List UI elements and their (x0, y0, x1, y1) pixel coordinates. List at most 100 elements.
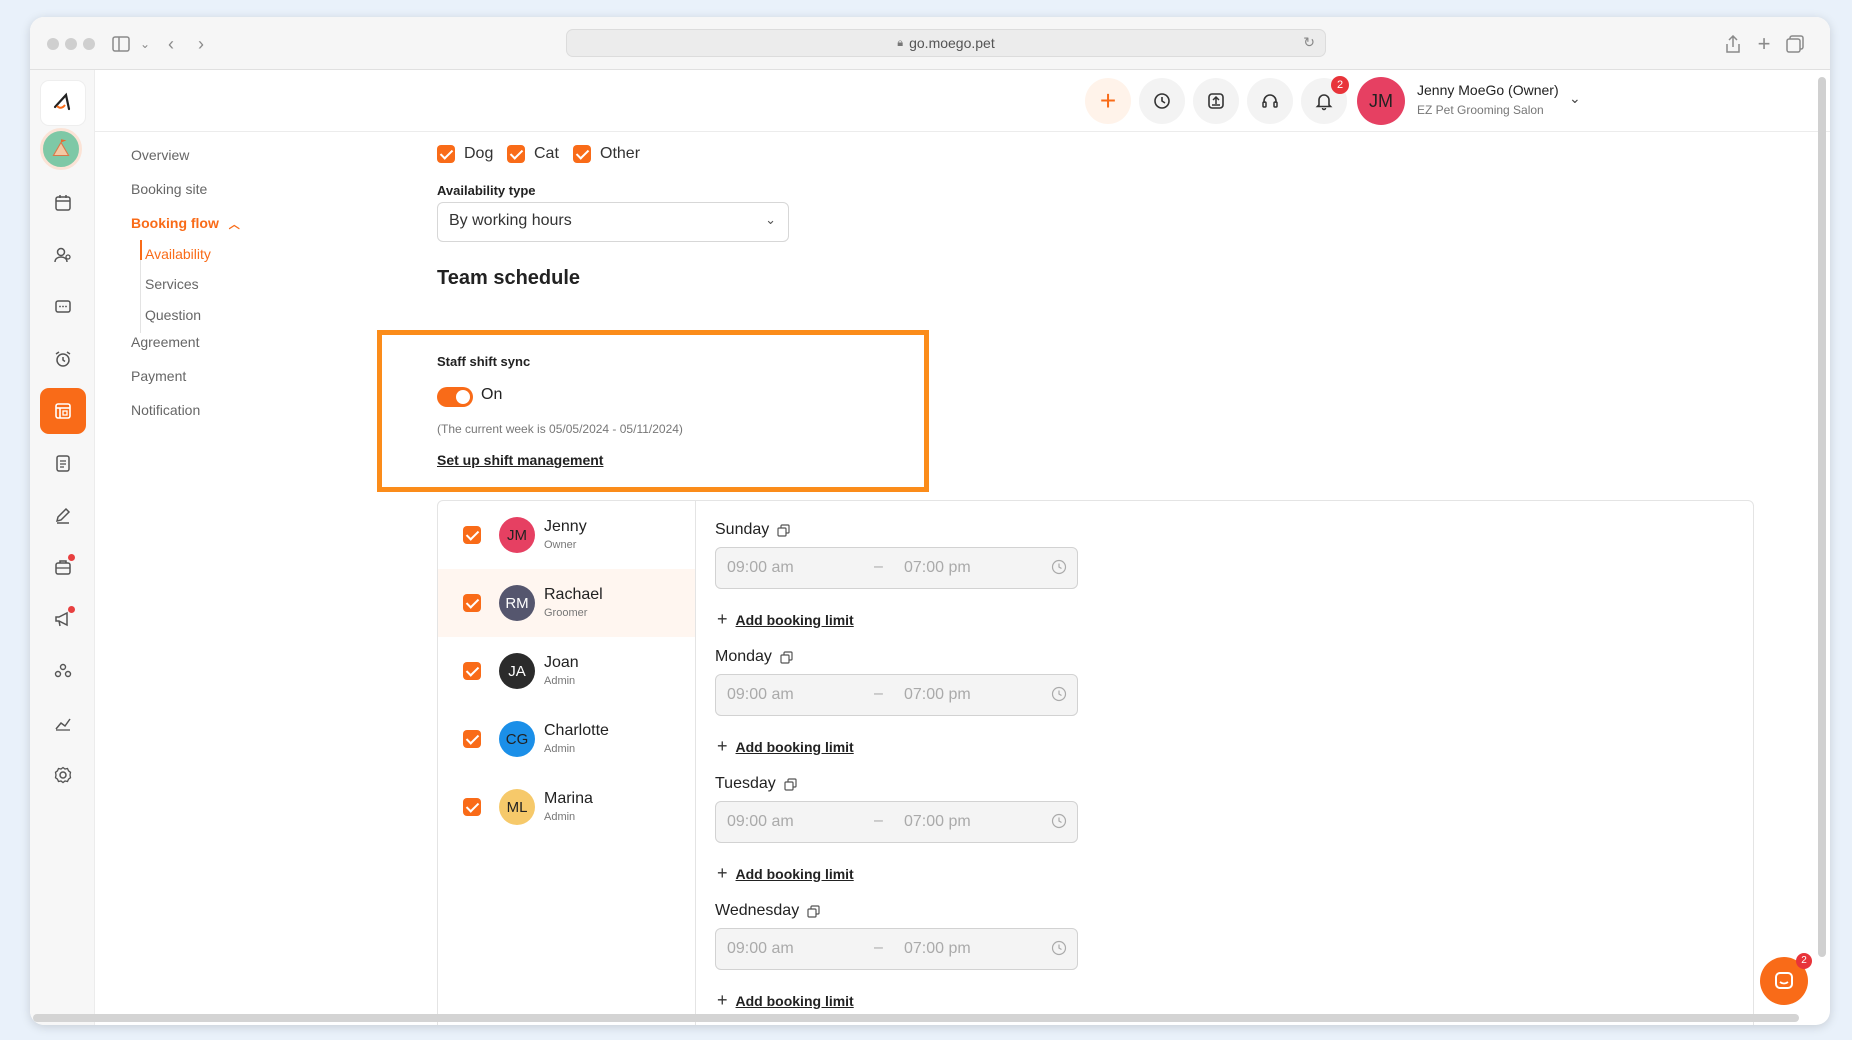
checkbox[interactable] (463, 594, 481, 612)
clients-icon[interactable] (40, 232, 86, 278)
checkbox[interactable] (437, 145, 455, 163)
staff-row[interactable]: CG Charlotte Admin (438, 705, 695, 773)
business-avatar[interactable] (40, 128, 82, 170)
staff-row[interactable]: JM Jenny Owner (438, 501, 695, 569)
copy-icon[interactable] (780, 650, 793, 664)
chat-badge: 2 (1796, 953, 1812, 969)
calendar-icon[interactable] (40, 180, 86, 226)
chevron-down-icon[interactable]: ⌄ (132, 31, 158, 57)
day-name: Wednesday (715, 902, 820, 920)
share-icon[interactable] (1720, 31, 1746, 57)
sidebar-toggle-icon[interactable] (108, 31, 134, 57)
reload-icon[interactable]: ↻ (1303, 34, 1315, 51)
close-window-button[interactable] (47, 38, 59, 50)
pen-icon[interactable] (40, 492, 86, 538)
nav-availability[interactable]: Availability (145, 246, 211, 262)
settings-icon[interactable] (40, 752, 86, 798)
online-booking-icon[interactable] (40, 388, 86, 434)
chat-button[interactable]: 2 (1760, 953, 1812, 1005)
address-bar[interactable]: 🔒︎ go.moego.pet ↻ (566, 29, 1326, 57)
marketing-icon[interactable] (40, 596, 86, 642)
staff-row[interactable]: JA Joan Admin (438, 637, 695, 705)
time-range-field[interactable]: 09:00 am – 07:00 pm (715, 928, 1078, 970)
availability-type-select[interactable]: By working hours ⌄ (437, 202, 789, 242)
forward-icon[interactable]: › (188, 31, 214, 57)
range-dash: – (874, 558, 883, 575)
user-avatar[interactable]: JM (1357, 77, 1405, 125)
quick-add-button[interactable]: + (1085, 78, 1131, 124)
back-icon[interactable]: ‹ (158, 31, 184, 57)
nav-notification[interactable]: Notification (131, 402, 200, 418)
avatar: CG (499, 721, 535, 757)
checkbox[interactable] (463, 730, 481, 748)
vertical-scrollbar[interactable] (1818, 77, 1826, 957)
staff-name: Jenny (544, 518, 587, 535)
pet-type-dog[interactable]: Dog (437, 145, 493, 163)
nav-booking-site[interactable]: Booking site (131, 181, 207, 197)
staff-row[interactable]: ML Marina Admin (438, 773, 695, 841)
tabs-overview-icon[interactable] (1782, 31, 1808, 57)
end-time: 07:00 pm (904, 559, 971, 576)
clock-icon (1051, 813, 1067, 829)
notifications-button[interactable]: 2 (1301, 76, 1349, 124)
reports-icon[interactable] (40, 700, 86, 746)
staff-row[interactable]: RM Rachael Groomer (438, 569, 695, 637)
minimize-window-button[interactable] (65, 38, 77, 50)
pet-type-label: Dog (464, 145, 494, 162)
nav-services[interactable]: Services (145, 276, 199, 292)
staff-shift-sync-toggle[interactable] (437, 387, 473, 407)
nav-agreement[interactable]: Agreement (131, 334, 199, 350)
add-booking-limit-button[interactable]: + Add booking limit (717, 609, 854, 630)
plus-icon: + (717, 736, 728, 756)
new-tab-icon[interactable]: + (1751, 31, 1777, 57)
checkbox[interactable] (507, 145, 525, 163)
checkbox[interactable] (463, 662, 481, 680)
nav-booking-flow[interactable]: Booking flow ︿ (131, 215, 240, 232)
setup-shift-management-link[interactable]: Set up shift management (437, 452, 603, 468)
start-time: 09:00 am (727, 559, 794, 576)
add-booking-limit-label: Add booking limit (735, 865, 854, 882)
copy-icon[interactable] (784, 777, 797, 791)
time-range-field[interactable]: 09:00 am – 07:00 pm (715, 674, 1078, 716)
moego-logo-icon[interactable] (40, 80, 86, 126)
nav-overview[interactable]: Overview (131, 147, 189, 163)
staff-role: Admin (544, 743, 576, 755)
add-booking-limit-button[interactable]: + Add booking limit (717, 990, 854, 1011)
start-time: 09:00 am (727, 813, 794, 830)
horizontal-scrollbar[interactable] (33, 1014, 1799, 1022)
copy-icon[interactable] (777, 523, 790, 537)
chevron-down-icon: ⌄ (765, 212, 776, 227)
add-booking-limit-button[interactable]: + Add booking limit (717, 736, 854, 757)
support-button[interactable] (1247, 78, 1293, 124)
upload-button[interactable] (1193, 78, 1239, 124)
checkbox[interactable] (463, 526, 481, 544)
pet-type-other[interactable]: Other (573, 145, 640, 163)
nav-question[interactable]: Question (145, 307, 201, 323)
alarm-icon[interactable] (40, 336, 86, 382)
start-time: 09:00 am (727, 686, 794, 703)
team-schedule-panel: JM Jenny Owner RM Rachael Groomer JA Joa… (437, 500, 1754, 1025)
user-name[interactable]: Jenny MoeGo (Owner) (1417, 82, 1559, 98)
nav-payment[interactable]: Payment (131, 368, 186, 384)
day-label: Monday (715, 648, 772, 665)
pet-type-label: Other (600, 145, 641, 162)
staff-name: Marina (544, 790, 593, 807)
time-range-field[interactable]: 09:00 am – 07:00 pm (715, 547, 1078, 589)
history-button[interactable] (1139, 78, 1185, 124)
day-name: Tuesday (715, 775, 797, 793)
avatar: JM (499, 517, 535, 553)
zoom-window-button[interactable] (83, 38, 95, 50)
avatar: JA (499, 653, 535, 689)
clipboard-icon[interactable] (40, 440, 86, 486)
add-booking-limit-button[interactable]: + Add booking limit (717, 863, 854, 884)
checkbox[interactable] (463, 798, 481, 816)
messages-icon[interactable] (40, 284, 86, 330)
staff-icon[interactable] (40, 648, 86, 694)
time-range-field[interactable]: 09:00 am – 07:00 pm (715, 801, 1078, 843)
chevron-up-icon: ︿ (228, 219, 240, 231)
checkbox[interactable] (573, 145, 591, 163)
copy-icon[interactable] (807, 904, 820, 918)
retail-icon[interactable] (40, 544, 86, 590)
pet-type-cat[interactable]: Cat (507, 145, 559, 163)
chevron-down-icon[interactable]: ⌄ (1569, 90, 1581, 107)
